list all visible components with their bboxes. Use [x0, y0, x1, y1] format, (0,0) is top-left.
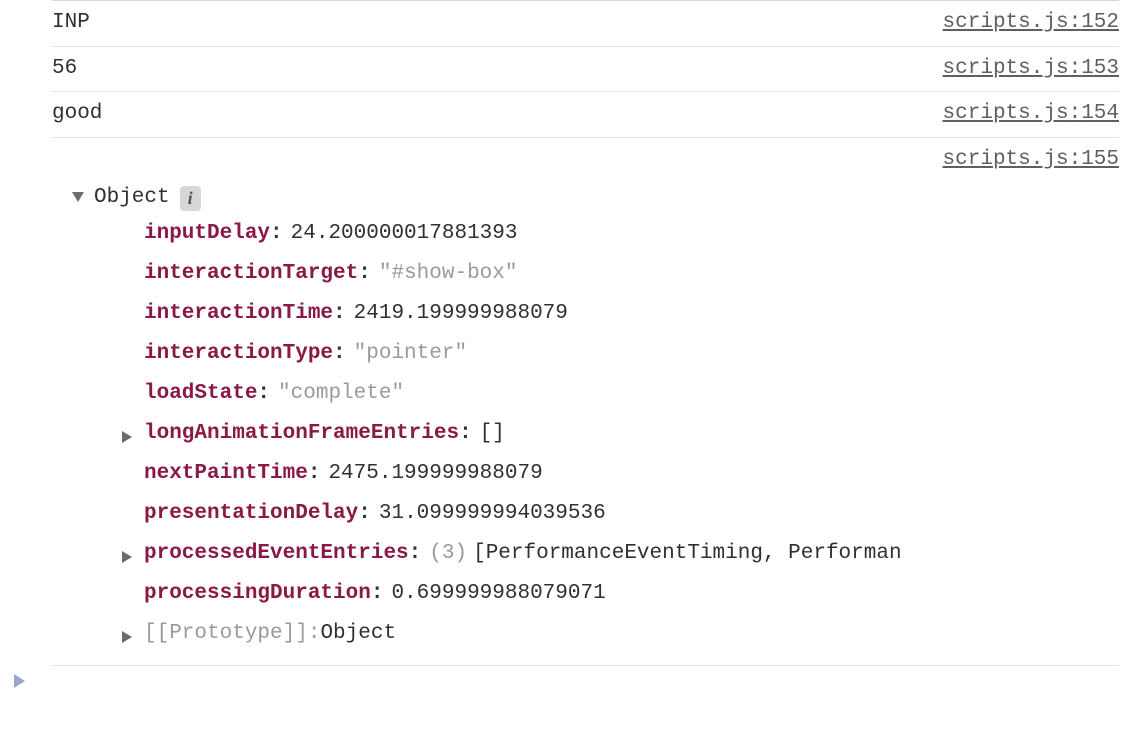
disclosure-triangle-closed-icon[interactable] — [122, 431, 132, 443]
property-value: 2475.199999988079 — [328, 458, 542, 491]
log-message: INP — [52, 7, 90, 40]
property-key: loadState — [144, 378, 257, 411]
property-row: processingDuration: 0.699999988079071 — [122, 575, 1119, 615]
property-row: inputDelay: 24.200000017881393 — [122, 215, 1119, 255]
array-length: (3) — [429, 538, 467, 571]
property-key: interactionTarget — [144, 258, 358, 291]
property-key: presentationDelay — [144, 498, 358, 531]
property-row: nextPaintTime: 2475.199999988079 — [122, 455, 1119, 495]
property-key[interactable]: processedEventEntries — [144, 538, 409, 571]
property-value[interactable]: [] — [480, 418, 505, 451]
property-value: 31.099999994039536 — [379, 498, 606, 531]
object-header[interactable]: Object i — [52, 182, 1119, 215]
property-key[interactable]: [[Prototype]] — [144, 618, 308, 651]
console-log-line: INP scripts.js:152 — [52, 0, 1119, 47]
property-row: loadState: "complete" — [122, 375, 1119, 415]
property-row: longAnimationFrameEntries: [] — [122, 415, 1119, 455]
console-log-line: good scripts.js:154 — [52, 92, 1119, 138]
property-value: 24.200000017881393 — [291, 218, 518, 251]
prototype-row: [[Prototype]]: Object — [122, 615, 1119, 655]
property-value: "#show-box" — [379, 258, 518, 291]
disclosure-triangle-open-icon[interactable] — [72, 192, 84, 202]
info-icon[interactable]: i — [180, 186, 201, 211]
property-key: inputDelay — [144, 218, 270, 251]
disclosure-triangle-closed-icon[interactable] — [122, 551, 132, 563]
disclosure-triangle-closed-icon[interactable] — [122, 631, 132, 643]
object-label: Object — [94, 182, 170, 215]
source-link[interactable]: scripts.js:152 — [943, 7, 1119, 40]
console-output: INP scripts.js:152 56 scripts.js:153 goo… — [0, 0, 1141, 666]
property-value: "pointer" — [354, 338, 467, 371]
source-link[interactable]: scripts.js:154 — [943, 98, 1119, 131]
property-value: 2419.199999988079 — [354, 298, 568, 331]
console-prompt[interactable] — [0, 666, 1141, 696]
console-object-log: scripts.js:155 Object i inputDelay: 24.2… — [52, 138, 1119, 666]
property-row: interactionTarget: "#show-box" — [122, 255, 1119, 295]
property-value[interactable]: [PerformanceEventTiming, Performan — [473, 538, 901, 571]
object-properties: inputDelay: 24.200000017881393 interacti… — [52, 215, 1119, 655]
source-link[interactable]: scripts.js:155 — [943, 144, 1119, 177]
log-message: good — [52, 98, 102, 131]
property-value: 0.699999988079071 — [391, 578, 605, 611]
property-row: interactionTime: 2419.199999988079 — [122, 295, 1119, 335]
property-value: "complete" — [278, 378, 404, 411]
property-row: interactionType: "pointer" — [122, 335, 1119, 375]
chevron-right-icon — [14, 674, 25, 688]
property-key: interactionTime — [144, 298, 333, 331]
log-message: 56 — [52, 53, 77, 86]
property-row: presentationDelay: 31.099999994039536 — [122, 495, 1119, 535]
property-row: processedEventEntries: (3) [PerformanceE… — [122, 535, 1119, 575]
property-value[interactable]: Object — [320, 618, 396, 651]
source-link[interactable]: scripts.js:153 — [943, 53, 1119, 86]
property-key: interactionType — [144, 338, 333, 371]
property-key: nextPaintTime — [144, 458, 308, 491]
console-log-line: 56 scripts.js:153 — [52, 47, 1119, 93]
property-key[interactable]: longAnimationFrameEntries — [144, 418, 459, 451]
property-key: processingDuration — [144, 578, 371, 611]
